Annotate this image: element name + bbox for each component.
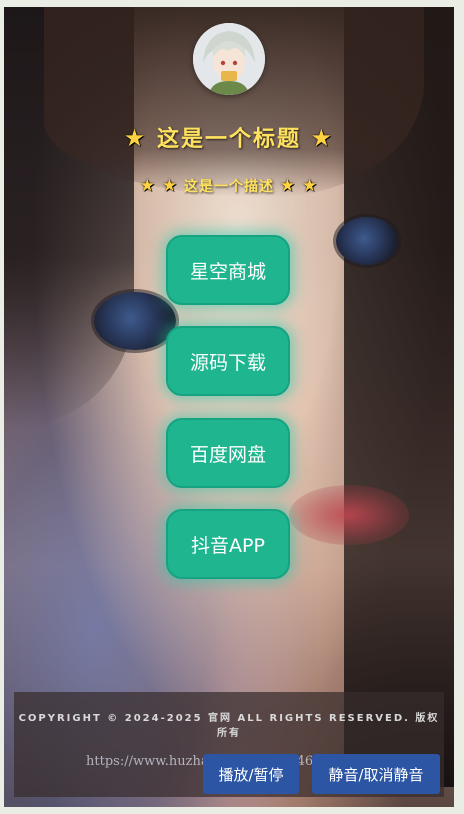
copyright-text: COPYRIGHT © 2024-2025 官网 ALL RIGHTS RESE…	[18, 713, 440, 739]
star-icon: ★	[302, 176, 319, 196]
link-button-star-mall[interactable]: 星空商城	[166, 235, 290, 305]
play-pause-button[interactable]: 播放/暂停	[203, 754, 299, 794]
star-icon: ★	[139, 176, 156, 196]
star-icon: ★	[279, 176, 297, 196]
background-video: ★ 这是一个标题 ★ ★ ★ 这是一个描述 ★ ★ 星空商城 源码下载 百度网盘…	[4, 7, 454, 807]
page-title-text: 这是一个标题	[156, 127, 301, 152]
avatar	[193, 23, 265, 95]
page-subtitle: ★ ★ 这是一个描述 ★ ★	[4, 176, 454, 196]
mute-toggle-button[interactable]: 静音/取消静音	[312, 754, 440, 794]
star-icon: ★	[123, 124, 148, 152]
background-eye-right	[336, 217, 398, 265]
link-button-source-download[interactable]: 源码下载	[166, 326, 290, 396]
star-icon: ★	[310, 124, 335, 152]
background-lips	[289, 485, 409, 545]
anime-avatar-icon	[193, 23, 265, 95]
page-subtitle-text: 这是一个描述	[184, 179, 274, 195]
link-button-douyin-app[interactable]: 抖音APP	[166, 509, 290, 579]
footer: COPYRIGHT © 2024-2025 官网 ALL RIGHTS RESE…	[14, 692, 444, 797]
star-icon: ★	[161, 176, 179, 196]
link-button-baidu-netdisk[interactable]: 百度网盘	[166, 418, 290, 488]
page-title: ★ 这是一个标题 ★	[4, 121, 454, 153]
background-eye-left	[94, 292, 176, 350]
